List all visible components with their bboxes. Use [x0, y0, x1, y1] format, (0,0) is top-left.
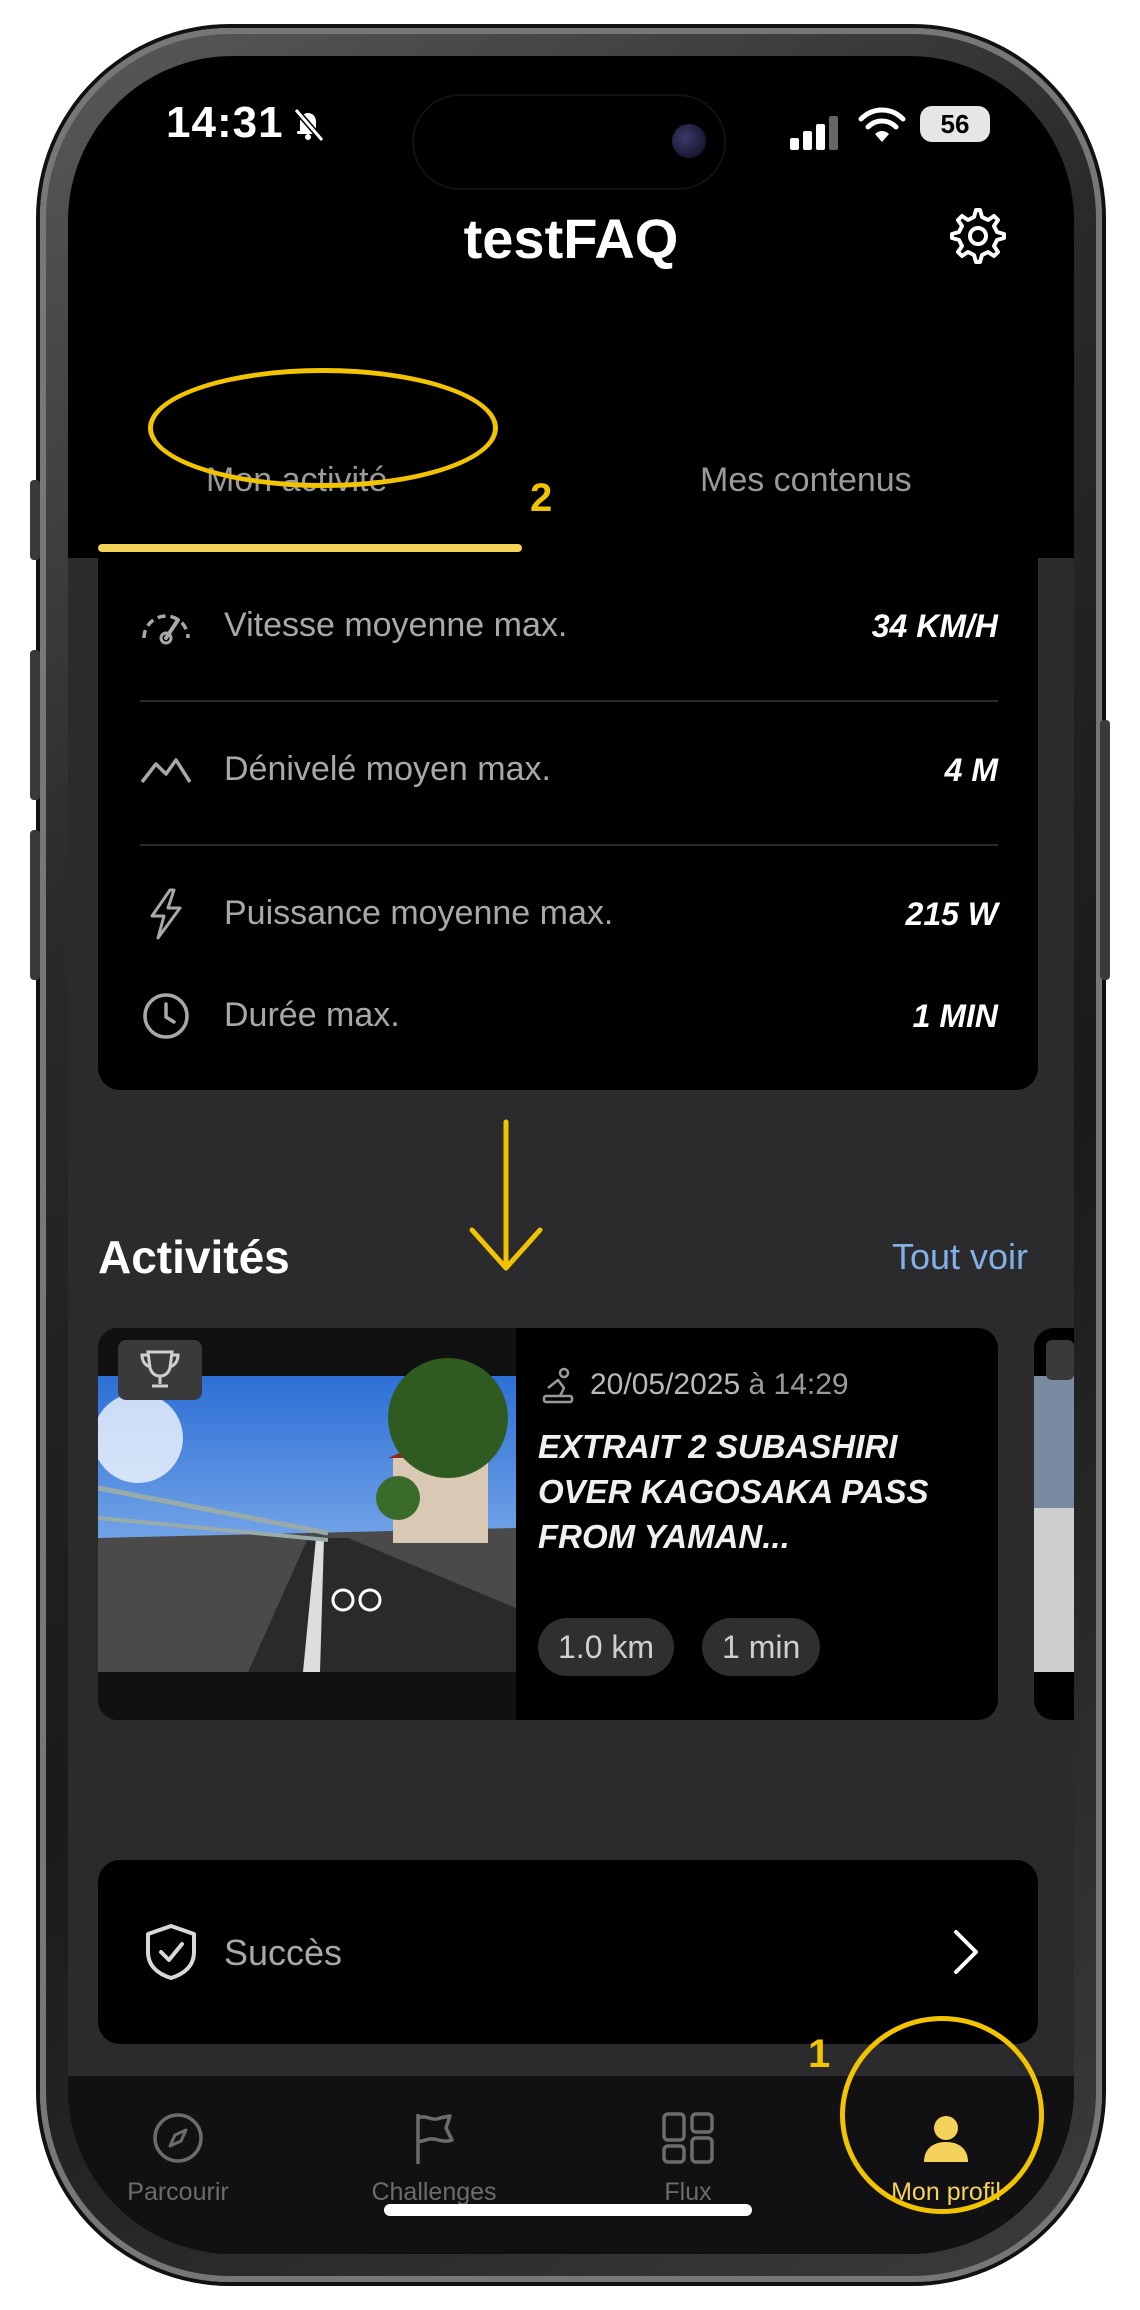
success-row[interactable]: Succès [98, 1860, 1038, 2044]
success-label: Succès [224, 1932, 343, 1973]
activity-date: 20/05/2025 [590, 1368, 741, 1401]
active-tab-indicator [98, 544, 522, 552]
see-all-link[interactable]: Tout voir [892, 1236, 1028, 1278]
home-indicator[interactable] [384, 2204, 752, 2216]
action-button [30, 480, 40, 560]
nav-label: Challenges [371, 2178, 497, 2206]
divider [140, 844, 998, 846]
next-activity-thumbnail [1034, 1328, 1074, 1720]
nav-challenges[interactable]: Challenges [334, 2110, 534, 2207]
phone-screen: 14:31 56 testFAQ Mon activité Mes conten… [68, 56, 1074, 2254]
signal-icon [790, 116, 838, 150]
stat-label: Vitesse moyenne max. [224, 606, 568, 644]
page-title: testFAQ [463, 207, 679, 270]
stat-row-elevation: Dénivelé moyen max. 4 M [138, 740, 998, 800]
stat-label: Dénivelé moyen max. [224, 750, 551, 788]
stat-value: 1 MIN [912, 998, 998, 1034]
activity-title: EXTRAIT 2 SUBASHIRI OVER KAGOSAKA PASS F… [538, 1428, 929, 1555]
wifi-icon [858, 107, 906, 142]
trophy-icon [140, 1350, 180, 1388]
stats-card: Vitesse moyenne max. 34 KM/H Dénivelé mo… [98, 558, 1038, 1090]
grid-icon [662, 2112, 714, 2164]
power-button [1100, 720, 1110, 980]
activity-time: 14:29 [773, 1368, 849, 1401]
cyclist-icon [542, 1367, 574, 1404]
stat-row-duration: Durée max. 1 MIN [138, 986, 998, 1046]
dynamic-island [414, 96, 724, 188]
activity-datetime: 20/05/2025 à 14:29 [590, 1368, 849, 1402]
stat-row-power: Puissance moyenne max. 215 W [138, 884, 998, 944]
nav-parcourir[interactable]: Parcourir [78, 2110, 278, 2207]
tab-mes-contenus[interactable]: Mes contenus [700, 461, 912, 500]
duration-chip: 1 min [702, 1618, 821, 1676]
lightning-icon [150, 888, 182, 940]
divider [140, 700, 998, 702]
volume-up-button [30, 650, 40, 800]
status-bar: 14:31 56 [68, 56, 1074, 188]
compass-icon [153, 2113, 203, 2163]
camera-icon [672, 124, 706, 158]
volume-down-button [30, 830, 40, 980]
flag-icon [416, 2114, 454, 2164]
profile-content: Vitesse moyenne max. 34 KM/H Dénivelé mo… [68, 558, 1074, 2078]
activity-card[interactable]: 20/05/2025 à 14:29 EXTRAIT 2 SUBASHIRI O… [98, 1328, 998, 1720]
nav-flux[interactable]: Flux [588, 2110, 788, 2207]
bell-off-icon [293, 108, 325, 142]
stat-row-speed: Vitesse moyenne max. 34 KM/H [138, 596, 998, 656]
shield-check-icon [146, 1924, 196, 1980]
stat-label: Durée max. [224, 996, 400, 1034]
activity-at: à [748, 1368, 766, 1401]
battery-indicator: 56 [920, 106, 990, 142]
chevron-right-icon [954, 1930, 978, 1974]
nav-label: Parcourir [127, 2178, 229, 2206]
annotation-circle-nav [840, 2016, 1044, 2214]
speedometer-icon [142, 614, 190, 645]
nav-label: Flux [664, 2178, 712, 2206]
annotation-circle-tab [148, 368, 498, 488]
annotation-number-2: 2 [530, 476, 553, 520]
next-activity-card-peek[interactable] [1034, 1328, 1074, 1720]
annotation-number-1: 1 [808, 2032, 831, 2076]
trophy-badge [118, 1340, 202, 1400]
stat-value: 215 W [905, 896, 998, 932]
stat-label: Puissance moyenne max. [224, 894, 614, 932]
clock-icon [143, 993, 189, 1039]
activities-title: Activités [98, 1231, 290, 1283]
annotation-arrow-down [469, 1119, 543, 1271]
mountain-icon [140, 758, 192, 784]
gear-icon[interactable] [948, 206, 1008, 266]
stat-value: 4 M [944, 752, 998, 788]
distance-chip: 1.0 km [538, 1618, 675, 1676]
status-time: 14:31 [166, 98, 284, 147]
stat-value: 34 KM/H [871, 608, 998, 644]
